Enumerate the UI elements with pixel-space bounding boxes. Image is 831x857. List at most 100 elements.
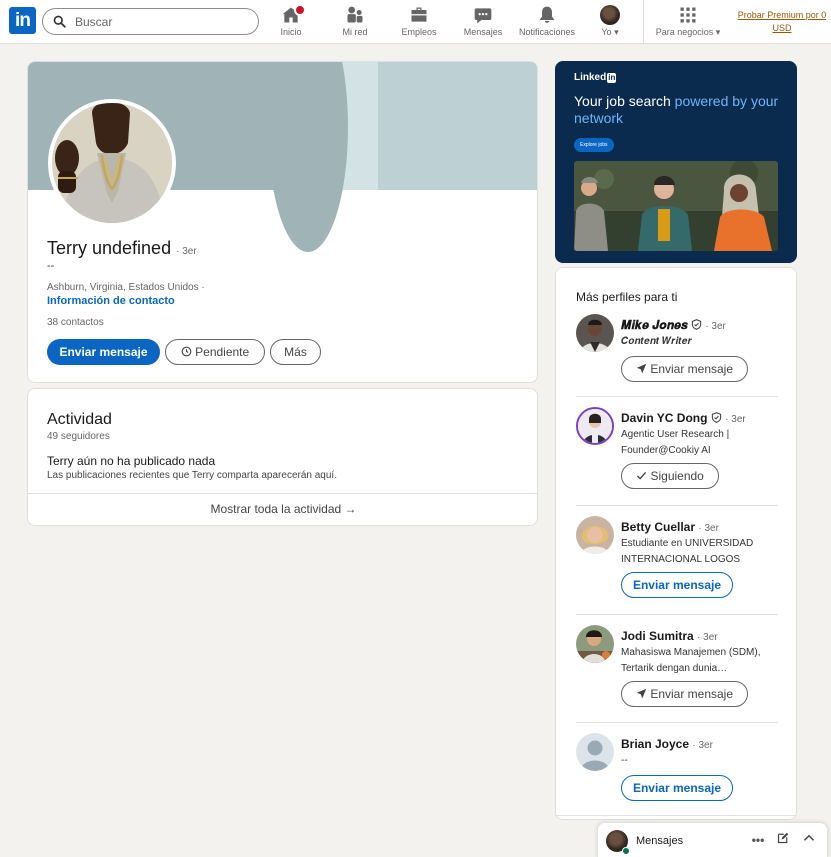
suggested-profile[interactable]: Davin YC Dong · 3er Agentic User Researc… [556, 407, 796, 492]
nav-label: Yo ▾ [601, 27, 619, 37]
send-message-button[interactable]: Enviar mensaje [621, 681, 748, 707]
grid-apps-icon [680, 7, 696, 23]
profile-name-text: Terry undefined [47, 238, 172, 258]
check-icon [637, 471, 647, 480]
messaging-overlay-bar[interactable]: Mensajes ••• [597, 822, 828, 857]
contact-info-link[interactable]: Información de contacto [47, 295, 175, 307]
nav-label: Empleos [401, 27, 437, 37]
notification-badge [294, 4, 306, 16]
activity-empty-subtitle: Las publicaciones recientes que Terry co… [47, 470, 337, 481]
chevron-up-icon[interactable] [801, 832, 817, 848]
connection-degree: · 3er [705, 321, 726, 332]
divider [556, 815, 796, 816]
premium-line-1: Probar Premium por 0 [737, 10, 827, 20]
send-icon [636, 688, 647, 699]
divider [28, 493, 537, 494]
nav-item-para-negocios[interactable]: Para negocios ▾ [652, 5, 724, 41]
divider [576, 614, 778, 615]
profile-card: Terry undefined · 3er -- Ashburn, Virgin… [27, 61, 538, 383]
clock-icon [181, 346, 192, 357]
avatar[interactable] [576, 314, 614, 352]
compose-icon[interactable] [775, 832, 791, 848]
nav-label: Mi red [342, 27, 368, 37]
profile-name[interactable]: Jodi Sumitra · 3er [621, 629, 718, 643]
search-input[interactable] [75, 13, 250, 31]
more-button[interactable]: Más [270, 339, 321, 365]
briefcase-icon [411, 7, 427, 22]
profile-name[interactable]: 𝑴𝒊𝒌𝒆 𝑱𝒐𝒏𝒆𝒔 · 3er [621, 318, 726, 333]
more-options-icon[interactable]: ••• [750, 832, 766, 848]
profile-name-text: 𝑴𝒊𝒌𝒆 𝑱𝒐𝒏𝒆𝒔 [621, 318, 688, 332]
profile-name[interactable]: Davin YC Dong · 3er [621, 411, 746, 425]
linkedin-logo[interactable]: in [9, 7, 36, 34]
send-message-button[interactable]: Enviar mensaje [47, 339, 160, 365]
profile-name-text: Betty Cuellar [621, 520, 696, 534]
messaging-label: Mensajes [636, 835, 684, 847]
profile-photo[interactable] [48, 99, 176, 227]
activity-card: Actividad 49 seguidores Terry aún no ha … [27, 388, 538, 526]
verified-icon [711, 412, 721, 423]
verified-icon [691, 319, 702, 330]
connection-degree: · 3er [698, 523, 719, 534]
nav-item-notificaciones[interactable]: Notificaciones [515, 5, 579, 41]
profile-headline: Agentic User Research | Founder@Cookiy A… [621, 429, 730, 456]
caret-down-icon: ▾ [614, 27, 619, 37]
avatar[interactable] [576, 516, 614, 554]
premium-line-2: USD [772, 23, 792, 33]
nav-item-yo[interactable]: Yo ▾ [597, 5, 623, 41]
nav-item-empleos[interactable]: Empleos [399, 5, 439, 41]
caret-down-icon: ▾ [715, 27, 721, 37]
nav-divider [643, 0, 644, 44]
search-icon [53, 15, 66, 28]
divider [576, 396, 778, 397]
job-search-ad[interactable]: Linked in Your job search powered by your… [555, 61, 797, 263]
send-icon [636, 363, 647, 374]
search-box[interactable] [42, 8, 259, 35]
profile-name-text: Jodi Sumitra [621, 629, 694, 643]
divider [576, 722, 778, 723]
suggested-profile[interactable]: 𝑴𝒊𝒌𝒆 𝑱𝒐𝒏𝒆𝒔 · 3er 𝑪𝒐𝒏𝒕𝒆𝒏𝒕 𝑾𝒓𝒊𝒕𝒆𝒓 Enviar m… [556, 314, 796, 384]
suggested-profile[interactable]: Brian Joyce · 3er -- Enviar mensaje [556, 733, 796, 803]
bell-icon [539, 6, 555, 23]
online-status-dot [622, 847, 630, 855]
chat-icon [474, 8, 492, 24]
profile-headline: Estudiante en UNIVERSIDAD INTERNACIONAL … [621, 538, 754, 565]
avatar[interactable] [576, 625, 614, 663]
profile-name-text: Brian Joyce [621, 737, 690, 751]
connection-degree: · 3er [692, 740, 713, 751]
nav-label: Inicio [280, 27, 302, 37]
profile-name[interactable]: Brian Joyce · 3er [621, 737, 713, 751]
profile-location: Ashburn, Virginia, Estados Unidos · [47, 282, 205, 293]
send-message-button[interactable]: Enviar mensaje [621, 572, 733, 598]
show-all-activity-link[interactable]: Mostrar toda la actividad → [28, 502, 537, 516]
avatar[interactable] [576, 407, 614, 445]
top-navigation-bar: in Inicio Mi red Empleos Mensajes Notifi… [0, 0, 831, 44]
profile-name-text: Davin YC Dong [621, 411, 708, 425]
avatar[interactable] [576, 733, 614, 771]
send-message-button[interactable]: Enviar mensaje [621, 775, 733, 801]
suggested-profile[interactable]: Jodi Sumitra · 3er Mahasiswa Manajemen (… [556, 625, 796, 710]
connection-degree: · 3er [176, 246, 197, 257]
profile-headline: Mahasiswa Manajemen (SDM), Tertarik deng… [621, 647, 761, 674]
profile-name[interactable]: Betty Cuellar · 3er [621, 520, 719, 534]
try-premium-link[interactable]: Probar Premium por 0 USD [733, 9, 831, 35]
nav-item-inicio[interactable]: Inicio [272, 4, 310, 41]
pending-label: Pendiente [195, 345, 250, 359]
explore-jobs-button[interactable]: Explore jobs [574, 138, 614, 152]
connections-count[interactable]: 38 contactos [47, 317, 104, 328]
send-message-button[interactable]: Enviar mensaje [621, 356, 748, 382]
nav-item-mensajes[interactable]: Mensajes [461, 5, 505, 41]
connection-degree: · 3er [725, 414, 746, 425]
profile-headline: 𝑪𝒐𝒏𝒕𝒆𝒏𝒕 𝑾𝒓𝒊𝒕𝒆𝒓 [621, 336, 692, 347]
more-profiles-card: Más perfiles para ti 𝑴𝒊𝒌𝒆 𝑱𝒐𝒏𝒆𝒔 · 3er 𝑪𝒐… [555, 267, 797, 820]
following-button[interactable]: Siguiendo [621, 463, 719, 489]
pending-button[interactable]: Pendiente [165, 339, 265, 365]
suggested-profile[interactable]: Betty Cuellar · 3er Estudiante en UNIVER… [556, 516, 796, 601]
ad-headline: Your job search powered by your network [574, 93, 784, 127]
connection-degree: · 3er [697, 632, 718, 643]
nav-item-mi-red[interactable]: Mi red [338, 5, 372, 41]
activity-title: Actividad [47, 411, 112, 428]
activity-empty-title: Terry aún no ha publicado nada [47, 454, 216, 468]
profile-headline: -- [621, 755, 628, 766]
people-icon [347, 6, 363, 23]
